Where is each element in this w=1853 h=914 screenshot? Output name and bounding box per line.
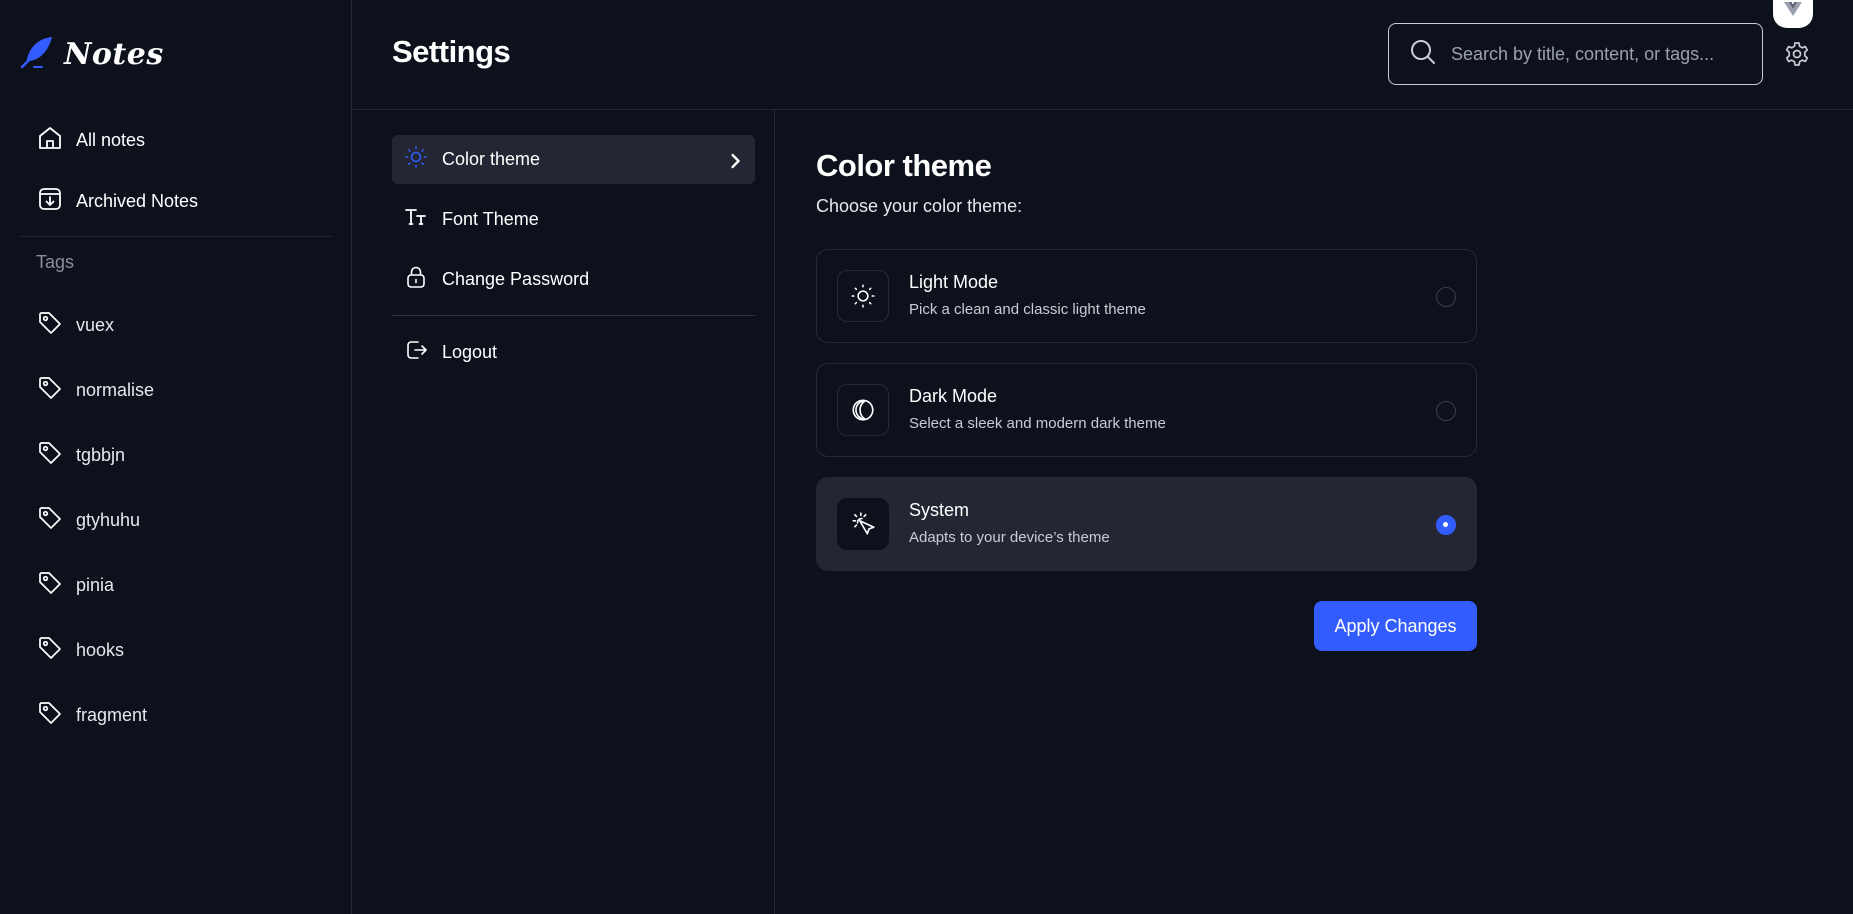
menu-item-label: Font Theme xyxy=(442,209,539,229)
feather-logo-icon xyxy=(20,34,56,75)
tag-icon xyxy=(36,634,64,667)
sidebar: Notes All notes Archived Notes Tags vuex… xyxy=(0,0,352,914)
settings-menu-change-password[interactable]: Change Password xyxy=(392,255,755,304)
option-description: Pick a clean and classic light theme xyxy=(909,301,1146,318)
tag-label: tgbbjn xyxy=(76,445,126,465)
extension-badge[interactable] xyxy=(1773,0,1813,28)
option-title: Light Mode xyxy=(909,272,999,292)
theme-option-system[interactable]: System Adapts to your device’s theme xyxy=(816,477,1477,571)
logout-label: Logout xyxy=(442,342,498,362)
tag-item-vuex[interactable]: vuex xyxy=(36,309,114,342)
tag-item-gtyhuhu[interactable]: gtyhuhu xyxy=(36,504,140,537)
tag-label: normalise xyxy=(76,380,155,400)
sun-icon xyxy=(837,270,889,322)
tags-heading: Tags xyxy=(36,252,75,272)
chevron-right-icon xyxy=(723,149,743,169)
tag-icon xyxy=(36,309,64,342)
settings-menu-font-theme[interactable]: Font Theme xyxy=(392,195,755,244)
tag-icon xyxy=(36,439,64,472)
option-title: System xyxy=(909,500,970,520)
sun-icon xyxy=(404,145,428,174)
tag-label: pinia xyxy=(76,575,115,595)
tag-icon xyxy=(36,504,64,537)
header-divider xyxy=(352,109,1853,110)
tag-label: hooks xyxy=(76,640,125,660)
logout-icon xyxy=(404,338,428,367)
tag-item-pinia[interactable]: pinia xyxy=(36,569,114,602)
menu-divider xyxy=(392,315,755,316)
tag-label: fragment xyxy=(76,705,148,725)
search-box[interactable] xyxy=(1388,23,1763,85)
theme-option-dark[interactable]: Dark Mode Select a sleek and modern dark… xyxy=(816,363,1477,457)
tag-label: gtyhuhu xyxy=(76,510,141,530)
option-description: Adapts to your device’s theme xyxy=(909,529,1110,546)
column-divider xyxy=(774,110,775,914)
moon-icon xyxy=(837,384,889,436)
menu-item-label: Change Password xyxy=(442,269,590,289)
vue-logo-icon xyxy=(1783,1,1803,22)
settings-gear-button[interactable] xyxy=(1783,40,1811,68)
home-icon xyxy=(36,124,64,157)
menu-item-label: Color theme xyxy=(442,149,541,169)
gear-icon xyxy=(1783,42,1811,72)
archive-icon xyxy=(36,185,64,218)
tag-icon xyxy=(36,374,64,407)
nav-item-archived-notes[interactable]: Archived Notes xyxy=(36,185,198,218)
option-title: Dark Mode xyxy=(909,386,998,406)
app-logo[interactable]: Notes xyxy=(20,34,164,75)
nav-item-all-notes[interactable]: All notes xyxy=(36,124,145,157)
nav-item-label: All notes xyxy=(76,130,146,150)
radio-dark[interactable] xyxy=(1436,401,1456,421)
nav-item-label: Archived Notes xyxy=(76,191,199,211)
font-icon xyxy=(404,205,428,234)
logout-button[interactable]: Logout xyxy=(392,328,755,377)
tag-item-normalise[interactable]: normalise xyxy=(36,374,154,407)
page-title: Settings xyxy=(392,34,511,69)
system-theme-icon xyxy=(837,498,889,550)
tag-item-hooks[interactable]: hooks xyxy=(36,634,124,667)
settings-menu-color-theme[interactable]: Color theme xyxy=(392,135,755,184)
tag-item-tgbbjn[interactable]: tgbbjn xyxy=(36,439,125,472)
tag-icon xyxy=(36,699,64,732)
option-description: Select a sleek and modern dark theme xyxy=(909,415,1166,432)
tag-item-fragment[interactable]: fragment xyxy=(36,699,147,732)
lock-icon xyxy=(404,265,428,294)
app-name: Notes xyxy=(64,37,164,72)
theme-option-light[interactable]: Light Mode Pick a clean and classic ligh… xyxy=(816,249,1477,343)
search-icon xyxy=(1409,38,1437,71)
apply-changes-button[interactable]: Apply Changes xyxy=(1314,601,1477,651)
sidebar-divider xyxy=(20,236,332,237)
radio-system[interactable] xyxy=(1436,515,1456,535)
search-input[interactable] xyxy=(1451,43,1741,65)
section-title: Color theme xyxy=(816,148,992,183)
tag-icon xyxy=(36,569,64,602)
radio-light[interactable] xyxy=(1436,287,1456,307)
section-subtitle: Choose your color theme: xyxy=(816,196,1023,216)
tag-label: vuex xyxy=(76,315,115,335)
